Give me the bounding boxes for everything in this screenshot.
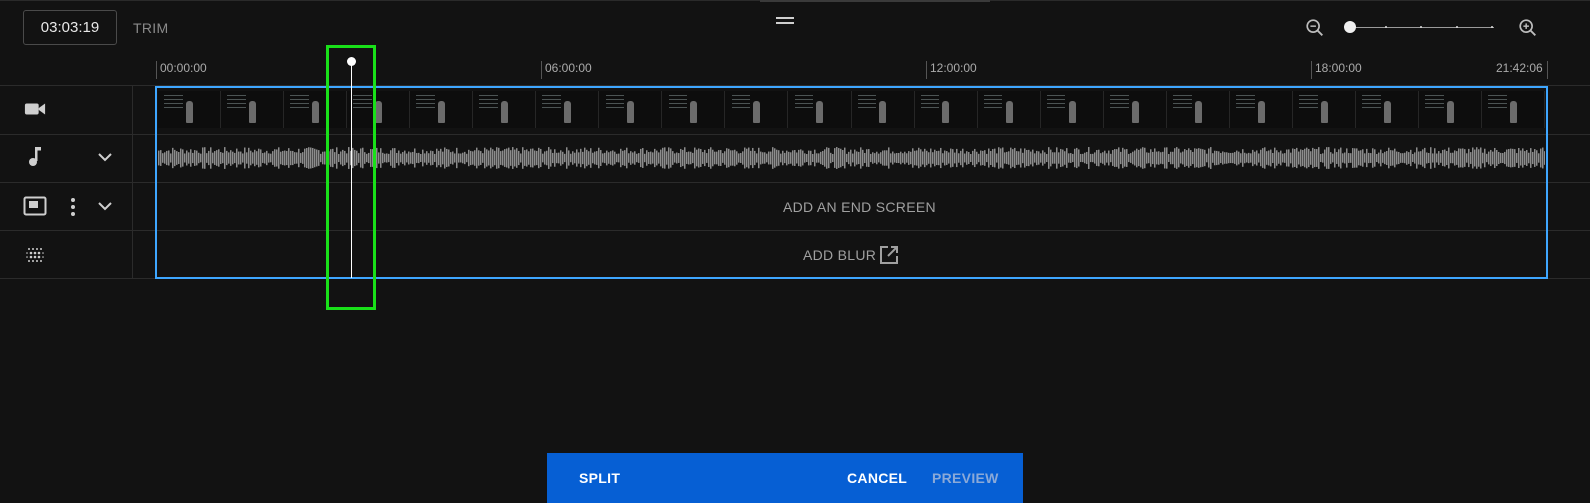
- preview-button[interactable]: PREVIEW: [932, 453, 999, 503]
- zoom-slider-tick: [1385, 26, 1387, 28]
- video-camera-icon: [24, 103, 46, 115]
- end-screen-icon: [23, 196, 47, 216]
- ruler-label: 00:00:00: [160, 61, 207, 75]
- trim-mode-label: TRIM: [133, 20, 169, 36]
- zoom-slider-tick: [1456, 26, 1458, 28]
- split-action-bar: SPLIT CANCEL PREVIEW: [547, 453, 1023, 503]
- split-button[interactable]: SPLIT: [579, 453, 620, 503]
- chevron-down-icon[interactable]: [98, 152, 112, 162]
- top-border-highlight: [760, 0, 990, 2]
- ruler-label: 06:00:00: [545, 61, 592, 75]
- current-time-display[interactable]: 03:03:19: [23, 10, 117, 45]
- cancel-button[interactable]: CANCEL: [847, 453, 907, 503]
- blur-icon: [26, 248, 44, 262]
- zoom-slider-tick: [1491, 26, 1493, 28]
- drag-handle-icon[interactable]: [776, 17, 794, 26]
- zoom-slider-knob[interactable]: [1344, 21, 1356, 33]
- ruler-label: 18:00:00: [1315, 61, 1362, 75]
- track-sidebar-divider: [132, 86, 133, 279]
- ruler-label: 12:00:00: [930, 61, 977, 75]
- zoom-slider-track[interactable]: [1350, 27, 1494, 28]
- ruler-tick: [1547, 61, 1548, 79]
- zoom-slider-tick: [1420, 26, 1422, 28]
- ruler-end-label: 21:42:06: [1496, 61, 1543, 75]
- zoom-in-icon[interactable]: [1517, 17, 1539, 39]
- zoom-out-icon[interactable]: [1304, 17, 1326, 39]
- ruler-tick: [541, 61, 542, 79]
- chevron-down-icon[interactable]: [98, 201, 112, 211]
- ruler-tick: [1311, 61, 1312, 79]
- ruler-tick: [926, 61, 927, 79]
- music-note-icon: [29, 147, 41, 166]
- playhead-highlight-box: [326, 45, 376, 310]
- ruler-tick: [156, 61, 157, 79]
- more-vert-icon[interactable]: [70, 197, 76, 217]
